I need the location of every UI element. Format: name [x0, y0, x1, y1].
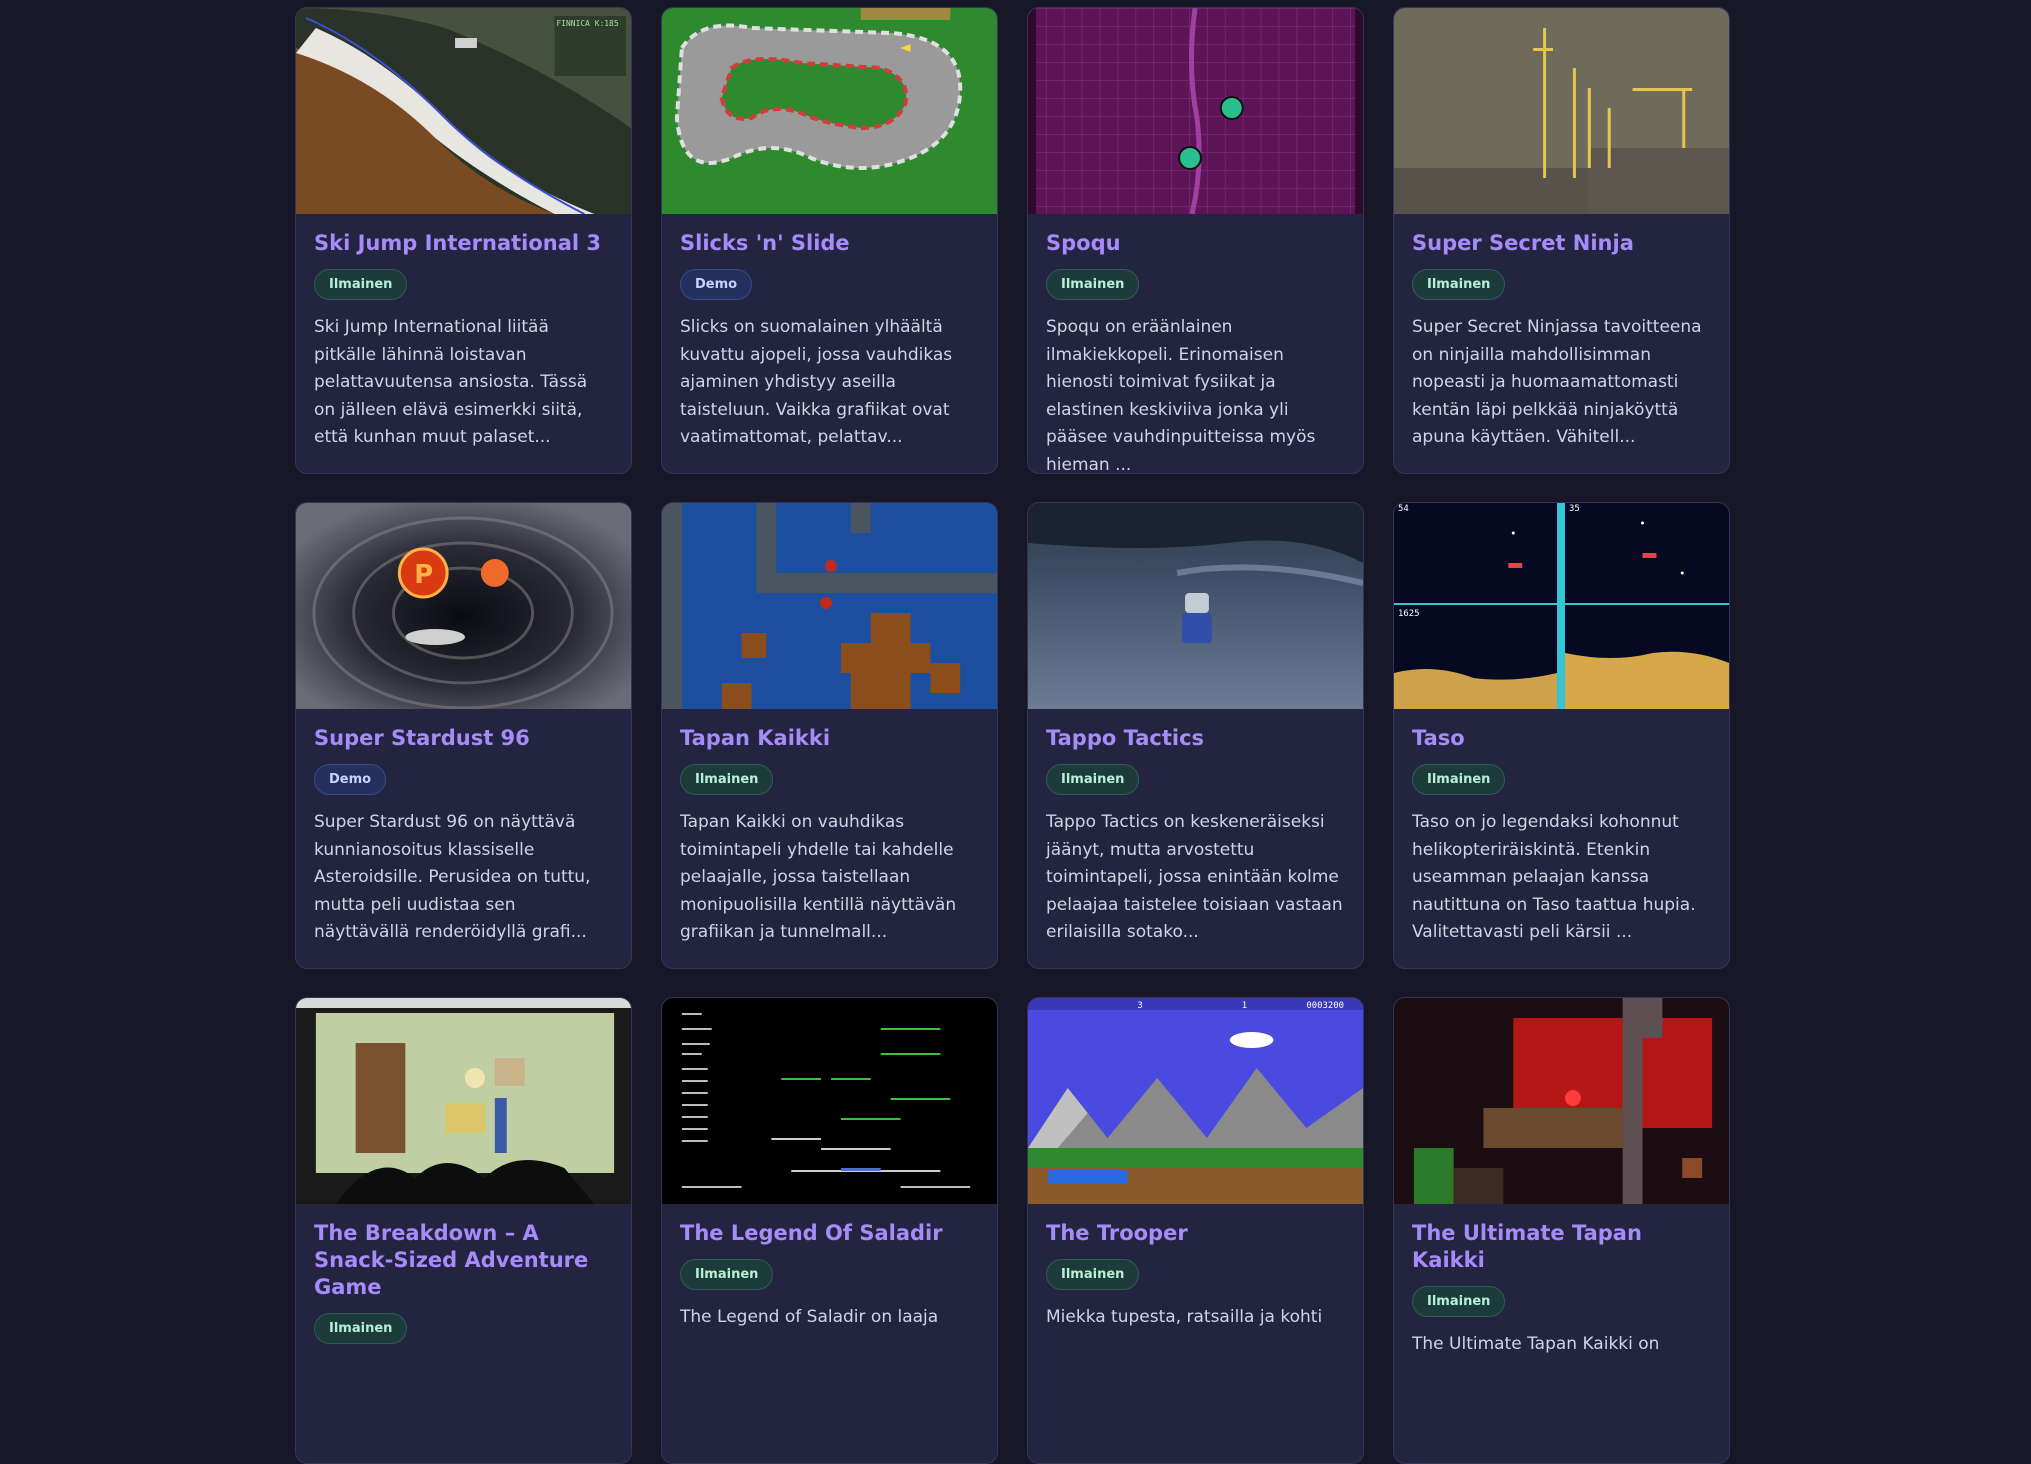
game-description: Spoqu on eräänlainen ilmakiekkopeli. Eri… [1046, 317, 1316, 474]
game-card[interactable]: 54 35 1625 Taso Ilmainen Taso on jo lege… [1393, 502, 1730, 969]
game-title[interactable]: Ski Jump International 3 [314, 230, 613, 257]
game-title[interactable]: The Legend Of Saladir [680, 1220, 979, 1247]
license-badge: Ilmainen [1412, 764, 1506, 795]
game-description: Tapan Kaikki on vauhdikas toimintapeli y… [680, 812, 957, 942]
hud-text: 54 [1398, 504, 1409, 514]
hud-text: 35 [1569, 504, 1580, 514]
game-thumbnail[interactable] [1028, 8, 1363, 214]
license-badge: Ilmainen [1046, 764, 1140, 795]
game-card[interactable]: FINNICA K:185 Ski Jump International 3 I… [295, 7, 632, 474]
hud-text: 3 [1137, 1001, 1142, 1011]
game-card[interactable]: P Super Stardust 96 Demo Super Stardust … [295, 502, 632, 969]
game-card[interactable]: Tappo Tactics Ilmainen Tappo Tactics on … [1027, 502, 1364, 969]
game-title[interactable]: The Breakdown – A Snack-Sized Adventure … [314, 1220, 613, 1301]
game-thumbnail[interactable]: FINNICA K:185 [296, 8, 631, 214]
game-thumbnail[interactable] [296, 998, 631, 1204]
game-thumbnail[interactable]: P [296, 503, 631, 709]
hud-text: FINNICA K:185 [556, 19, 618, 28]
license-badge: Ilmainen [1046, 1259, 1140, 1290]
license-badge: Ilmainen [1412, 1286, 1506, 1317]
game-card[interactable]: The Breakdown – A Snack-Sized Adventure … [295, 997, 632, 1464]
game-card[interactable]: Super Secret Ninja Ilmainen Super Secret… [1393, 7, 1730, 474]
game-thumbnail[interactable] [662, 8, 997, 214]
game-title[interactable]: Tapan Kaikki [680, 725, 979, 752]
game-description: Tappo Tactics on keskeneräiseksi jäänyt,… [1046, 812, 1343, 942]
game-title[interactable]: Spoqu [1046, 230, 1345, 257]
game-title[interactable]: Taso [1412, 725, 1711, 752]
license-badge: Ilmainen [1412, 269, 1506, 300]
license-badge: Demo [314, 764, 387, 795]
game-thumbnail[interactable] [1394, 8, 1729, 214]
game-title[interactable]: The Trooper [1046, 1220, 1345, 1247]
game-title[interactable]: Tappo Tactics [1046, 725, 1345, 752]
license-badge: Demo [680, 269, 753, 300]
game-description: Super Stardust 96 on näyttävä kunnianoso… [314, 812, 591, 942]
game-thumbnail[interactable] [1394, 998, 1729, 1204]
license-badge: Ilmainen [314, 269, 408, 300]
svg-text:P: P [414, 560, 433, 590]
game-card[interactable]: The Legend Of Saladir Ilmainen The Legen… [661, 997, 998, 1464]
game-thumbnail[interactable] [662, 503, 997, 709]
game-description: Ski Jump International liitää pitkälle l… [314, 317, 588, 447]
game-thumbnail[interactable]: 54 35 1625 [1394, 503, 1729, 709]
game-card[interactable]: Slicks 'n' Slide Demo Slicks on suomalai… [661, 7, 998, 474]
game-card[interactable]: 3 1 0003200 The Trooper Ilmainen Miekka … [1027, 997, 1364, 1464]
hud-text: 1 [1242, 1001, 1247, 1011]
license-badge: Ilmainen [314, 1313, 408, 1344]
game-card[interactable]: Spoqu Ilmainen Spoqu on eräänlainen ilma… [1027, 7, 1364, 474]
game-card[interactable]: Tapan Kaikki Ilmainen Tapan Kaikki on va… [661, 502, 998, 969]
game-card[interactable]: The Ultimate Tapan Kaikki Ilmainen The U… [1393, 997, 1730, 1464]
hud-text: 1625 [1398, 609, 1420, 619]
license-badge: Ilmainen [680, 1259, 774, 1290]
game-thumbnail[interactable]: 3 1 0003200 [1028, 998, 1363, 1204]
game-description: Taso on jo legendaksi kohonnut helikopte… [1412, 812, 1696, 942]
game-title[interactable]: Slicks 'n' Slide [680, 230, 979, 257]
game-thumbnail[interactable] [1028, 503, 1363, 709]
game-description: The Ultimate Tapan Kaikki on [1412, 1334, 1660, 1354]
game-description: Slicks on suomalainen ylhäältä kuvattu a… [680, 317, 953, 447]
game-title[interactable]: The Ultimate Tapan Kaikki [1412, 1220, 1711, 1274]
game-title[interactable]: Super Secret Ninja [1412, 230, 1711, 257]
license-badge: Ilmainen [680, 764, 774, 795]
game-description: Super Secret Ninjassa tavoitteena on nin… [1412, 317, 1702, 447]
game-grid: FINNICA K:185 Ski Jump International 3 I… [295, 7, 1730, 1464]
game-thumbnail[interactable] [662, 998, 997, 1204]
license-badge: Ilmainen [1046, 269, 1140, 300]
hud-text: 0003200 [1306, 1001, 1344, 1011]
game-title[interactable]: Super Stardust 96 [314, 725, 613, 752]
game-description: The Legend of Saladir on laaja [680, 1307, 939, 1327]
game-description: Miekka tupesta, ratsailla ja kohti [1046, 1307, 1323, 1327]
